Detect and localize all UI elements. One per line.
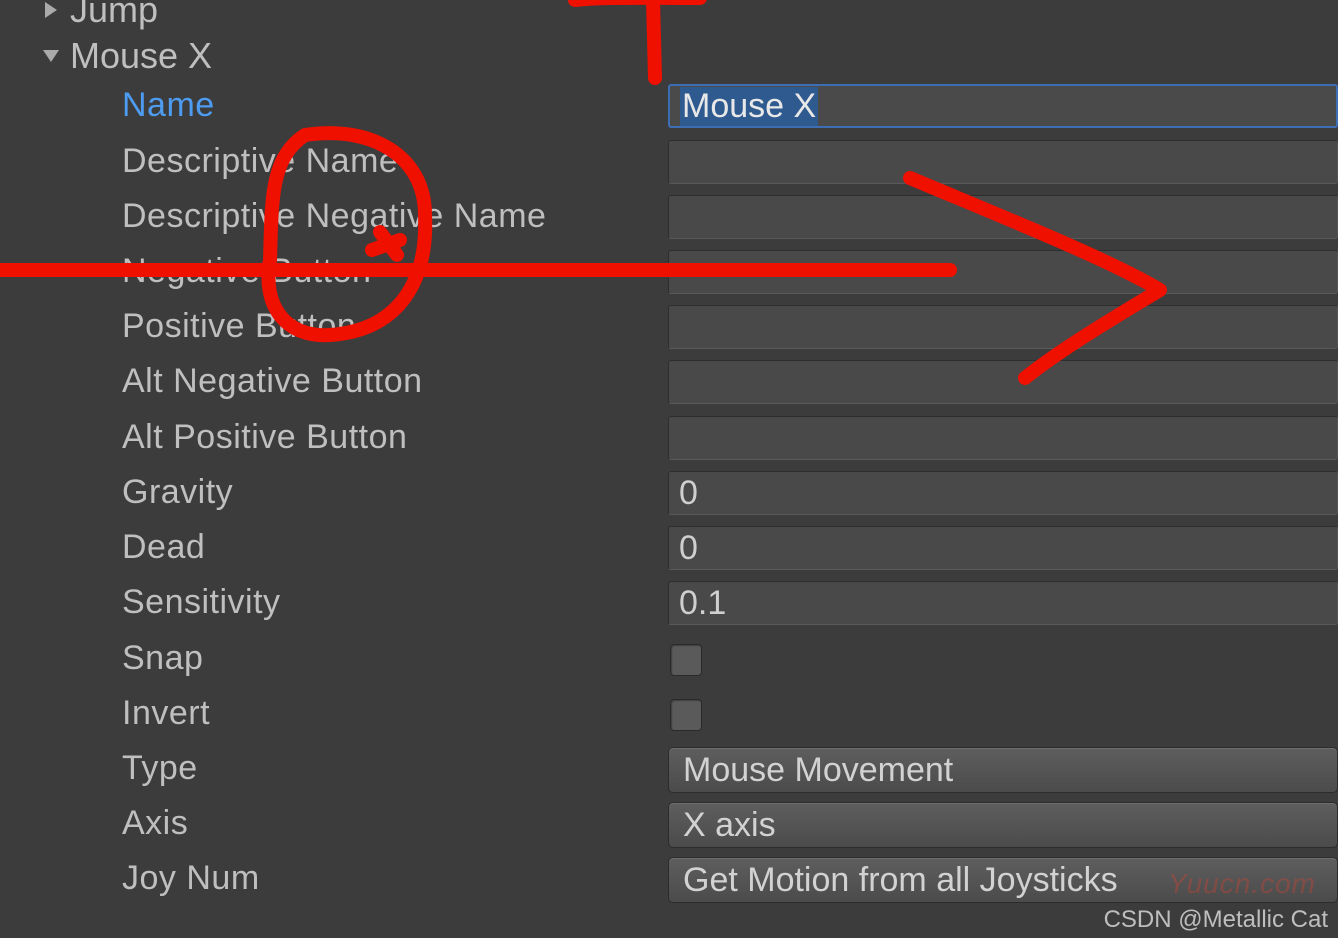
label-sensitivity: Sensitivity [122, 583, 281, 622]
label-gravity: Gravity [122, 473, 233, 512]
label-positive-button: Positive Button [122, 307, 356, 346]
descriptive-negative-name-field[interactable] [668, 195, 1338, 239]
chevron-down-icon [36, 46, 66, 66]
label-axis: Axis [122, 804, 188, 843]
tree-item-label: Mouse X [66, 35, 212, 77]
sensitivity-field[interactable]: 0.1 [668, 581, 1338, 625]
label-descriptive-name: Descriptive Name [122, 142, 398, 181]
axis-dropdown[interactable]: X axis [668, 802, 1338, 848]
invert-checkbox[interactable] [670, 699, 702, 731]
label-name: Name [122, 86, 215, 125]
watermark-author: CSDN @Metallic Cat [1104, 906, 1328, 934]
label-negative-button: Negative Button [122, 252, 371, 291]
alt-negative-button-field[interactable] [668, 360, 1338, 404]
label-dead: Dead [122, 528, 205, 567]
label-invert: Invert [122, 694, 210, 733]
negative-button-field[interactable] [668, 250, 1338, 294]
type-dropdown[interactable]: Mouse Movement [668, 747, 1338, 793]
dead-field[interactable]: 0 [668, 526, 1338, 570]
label-alt-negative-button: Alt Negative Button [122, 362, 423, 401]
watermark-site: Yuucn.com [1168, 868, 1316, 900]
descriptive-name-field[interactable] [668, 140, 1338, 184]
name-field-value: Mouse X [680, 87, 818, 126]
snap-checkbox[interactable] [670, 644, 702, 676]
chevron-right-icon [36, 0, 66, 20]
label-joy-num: Joy Num [122, 859, 260, 898]
label-type: Type [122, 749, 198, 788]
label-descriptive-negative-name: Descriptive Negative Name [122, 197, 546, 236]
tree-item-label: Jump [66, 0, 158, 31]
tree-item-mousex[interactable]: Mouse X [0, 28, 665, 83]
gravity-field[interactable]: 0 [668, 471, 1338, 515]
name-field[interactable]: Mouse X [668, 84, 1338, 128]
label-snap: Snap [122, 639, 203, 678]
positive-button-field[interactable] [668, 305, 1338, 349]
label-alt-positive-button: Alt Positive Button [122, 418, 407, 457]
alt-positive-button-field[interactable] [668, 416, 1338, 460]
